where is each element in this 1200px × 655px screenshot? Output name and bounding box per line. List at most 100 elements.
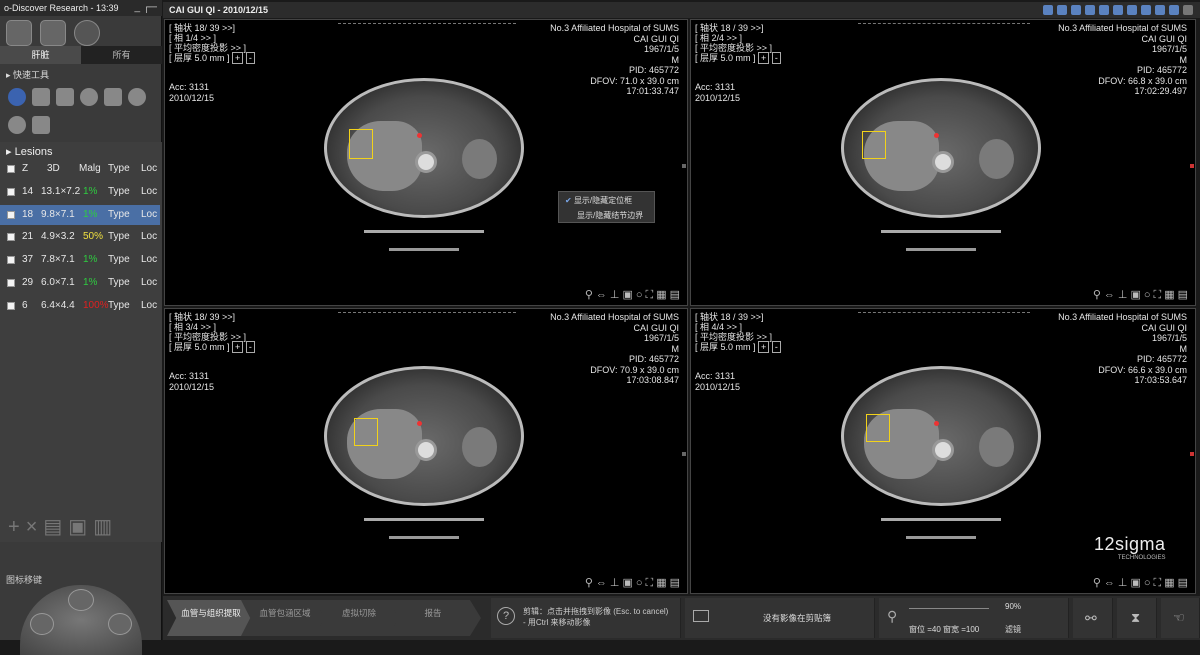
scissors-icon[interactable]	[32, 116, 50, 134]
gear-icon[interactable]	[40, 20, 66, 46]
lesion-box[interactable]	[862, 131, 886, 159]
layout-icon[interactable]	[1057, 5, 1067, 15]
lesion-row[interactable]: 18 9.8×7.1 1% Type Loc	[0, 204, 160, 225]
lesions-panel: ▸ Lesions Z 3D Malg Type Loc 14 13.1×7.2…	[0, 142, 162, 542]
lesion-checkbox[interactable]	[7, 233, 15, 242]
viewport-1[interactable]: [ 轴状 18/ 39 >>] [ 相 1/4 >> ] [ 平均密度投影 >>…	[164, 19, 688, 306]
slice-indicator[interactable]	[1190, 452, 1194, 456]
display-settings-panel: ⚲ 90% 窗位 =40 窗宽 =100 滤镜	[879, 598, 1069, 638]
ruler-icon[interactable]	[1127, 5, 1137, 15]
orientation-series[interactable]: [ 轴状 18 / 39 >>]	[695, 312, 781, 322]
window-level-icon[interactable]	[8, 116, 26, 134]
table-line	[364, 229, 484, 233]
lesion-checkbox[interactable]	[7, 278, 15, 287]
lesion-row[interactable]: 6 6.4×4.4 100% Type Loc	[0, 296, 160, 316]
up-icon[interactable]	[68, 589, 94, 611]
cube-icon[interactable]	[1155, 5, 1165, 15]
patient-name: CAI GUI QI	[1141, 33, 1187, 44]
add-icon[interactable]: +	[8, 516, 26, 538]
phase[interactable]: [ 相 3/4 >> ]	[169, 322, 255, 332]
lesion-row[interactable]: 21 4.9×3.2 50% Type Loc	[0, 227, 160, 247]
select-all-checkbox[interactable]	[7, 165, 15, 173]
phase[interactable]: [ 相 1/4 >> ]	[169, 33, 255, 43]
navigation-wheel[interactable]	[20, 585, 142, 655]
kidney-region	[462, 138, 497, 179]
hand-button[interactable]: ☜	[1161, 598, 1200, 638]
plus-button[interactable]: +	[758, 341, 770, 353]
menu-item-toggle-boundary[interactable]: 显示/隐藏结节边界	[577, 210, 643, 221]
link-icon[interactable]	[1169, 5, 1179, 15]
power-icon[interactable]	[74, 20, 100, 46]
copy-icon[interactable]: ▣	[68, 516, 93, 538]
viewport-3[interactable]: [ 轴状 18/ 39 >>] [ 相 3/4 >> ] [ 平均密度投影 >>…	[164, 308, 688, 594]
refresh-icon[interactable]	[1043, 5, 1053, 15]
quick-tools-header[interactable]: ▸ 快速工具	[0, 68, 162, 82]
export-icon[interactable]: ▥	[93, 516, 118, 538]
left-icon[interactable]	[30, 613, 54, 635]
zoom-icon[interactable]	[1085, 5, 1095, 15]
measure-tool-icon[interactable]	[104, 88, 122, 106]
orientation-series[interactable]: [ 轴状 18/ 39 >>]	[169, 312, 255, 322]
phase[interactable]: [ 相 4/4 >> ]	[695, 322, 781, 332]
window-controls[interactable]: _ ┌─	[134, 0, 157, 16]
lesion-type: Type	[108, 276, 130, 288]
filter-label: 滤镜	[1005, 625, 1021, 634]
plus-button[interactable]: +	[232, 52, 244, 64]
grid-icon[interactable]	[1071, 5, 1081, 15]
zoom-slider[interactable]	[909, 608, 989, 609]
lesion-checkbox[interactable]	[7, 301, 15, 310]
viewport-tools[interactable]: ⚲⇔⊥▣○⛶▦▤	[1093, 288, 1191, 302]
slice-indicator[interactable]	[682, 163, 686, 168]
vessel-marker	[934, 421, 939, 426]
slice-indicator[interactable]	[1190, 163, 1194, 168]
menu-item-toggle-box[interactable]: ✔ 显示/隐藏定位框	[565, 195, 632, 206]
lesion-box[interactable]	[866, 414, 890, 442]
step-report[interactable]: 报告	[389, 600, 481, 636]
lesion-checkbox[interactable]	[7, 188, 15, 196]
hospital: No.3 Affiliated Hospital of SUMS	[1058, 23, 1187, 33]
minus-button[interactable]: -	[771, 52, 781, 64]
more-icon[interactable]	[1183, 5, 1193, 15]
viewport-tools[interactable]: ⚲⇔⊥▣○⛶▦▤	[585, 288, 683, 302]
plus-button[interactable]: +	[758, 52, 770, 64]
viewport-2[interactable]: [ 轴状 18 / 39 >>] [ 相 2/4 >> ] [ 平均密度投影 >…	[690, 19, 1196, 306]
plus-button[interactable]: +	[232, 341, 244, 353]
delete-icon[interactable]: ×	[26, 516, 44, 538]
vessel-marker	[417, 421, 422, 426]
right-icon[interactable]	[108, 613, 132, 635]
lesion-row[interactable]: 14 13.1×7.2 1% Type Loc	[0, 182, 160, 202]
share-button[interactable]: ⚯	[1073, 598, 1113, 638]
lesion-row[interactable]: 37 7.8×7.1 1% Type Loc	[0, 250, 160, 270]
minus-button[interactable]: -	[771, 341, 781, 353]
minus-button[interactable]: -	[245, 52, 255, 64]
viewport-tools[interactable]: ⚲⇔⊥▣○⛶▦▤	[1093, 576, 1191, 590]
timer-button[interactable]: ⧗	[1117, 598, 1157, 638]
folder-icon[interactable]	[6, 20, 32, 46]
tab-liver[interactable]: 肝脏	[0, 46, 81, 64]
lesion-checkbox[interactable]	[7, 210, 15, 219]
zoom-tool-icon[interactable]	[80, 88, 98, 106]
doc-icon[interactable]: ▤	[43, 516, 68, 538]
minus-button[interactable]: -	[245, 341, 255, 353]
phase[interactable]: [ 相 2/4 >> ]	[695, 33, 781, 43]
table-line	[389, 536, 459, 539]
hand-tool-icon[interactable]	[32, 88, 50, 106]
lesion-type: Type	[108, 299, 130, 311]
orientation-series[interactable]: [ 轴状 18 / 39 >>]	[695, 23, 781, 33]
orientation-series[interactable]: [ 轴状 18/ 39 >>]	[169, 23, 255, 33]
invert-icon[interactable]	[1099, 5, 1109, 15]
crosshair-icon[interactable]	[1141, 5, 1151, 15]
pan-icon[interactable]	[1113, 5, 1123, 15]
lesion-checkbox[interactable]	[7, 256, 15, 265]
lesion-box[interactable]	[349, 129, 373, 159]
viewport-tools[interactable]: ⚲⇔⊥▣○⛶▦▤	[585, 576, 683, 590]
lesion-box[interactable]	[354, 418, 378, 446]
select-tool-icon[interactable]	[8, 88, 26, 106]
camera-icon[interactable]	[693, 610, 709, 622]
rotate-tool-icon[interactable]	[128, 88, 146, 106]
tab-all[interactable]: 所有	[81, 46, 162, 64]
lesion-3d: 9.8×7.1	[41, 208, 75, 220]
slice-indicator[interactable]	[682, 452, 686, 456]
stack-tool-icon[interactable]	[56, 88, 74, 106]
lesion-row[interactable]: 29 6.0×7.1 1% Type Loc	[0, 273, 160, 293]
